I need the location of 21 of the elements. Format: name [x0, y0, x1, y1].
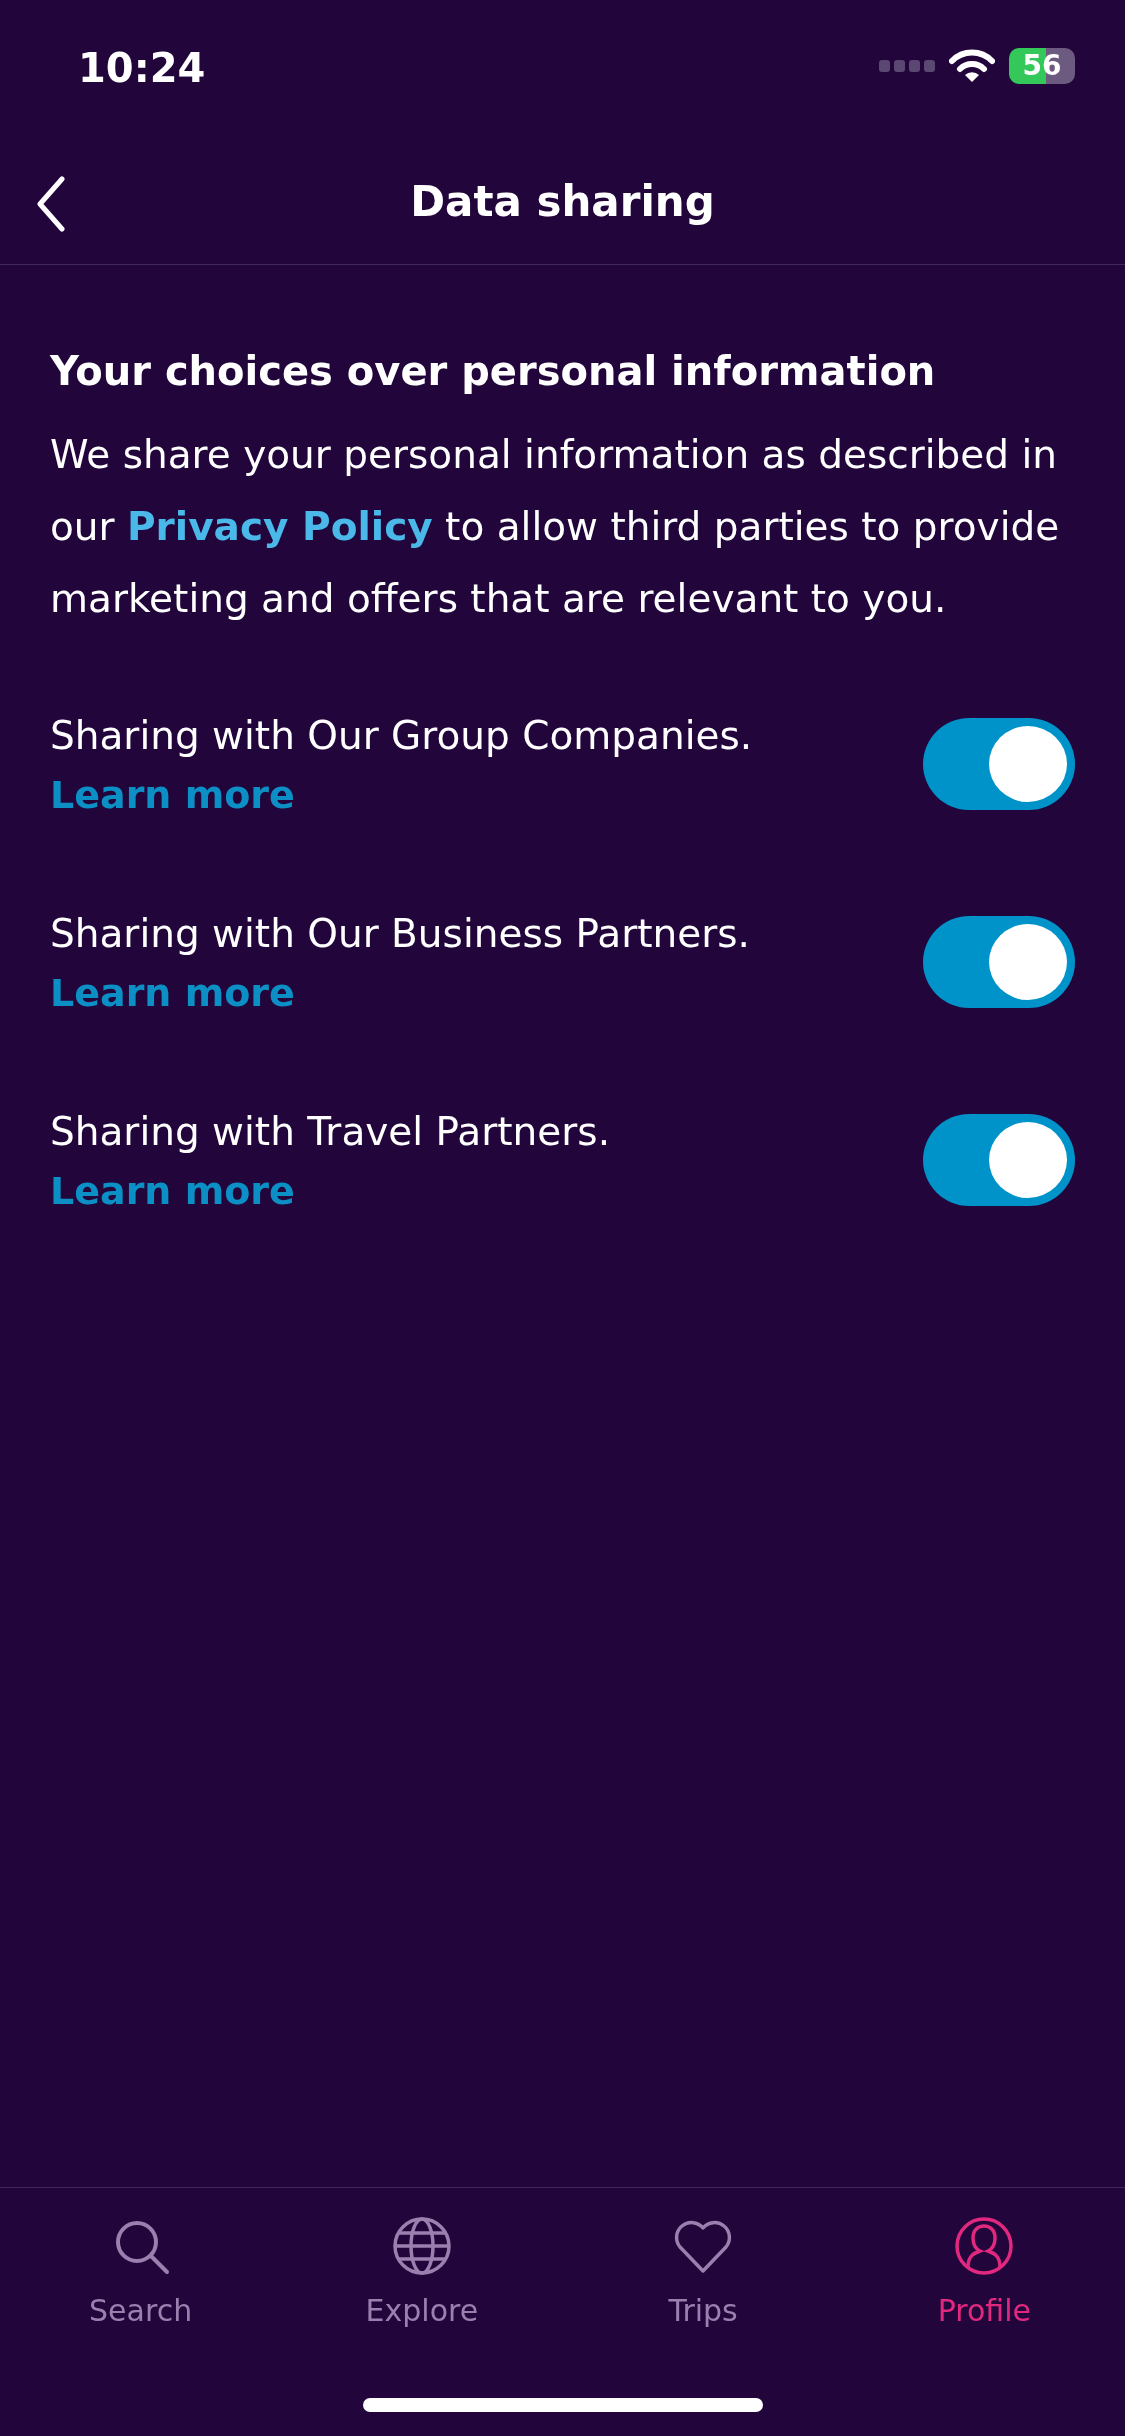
setting-label: Sharing with Travel Partners.: [50, 1107, 611, 1156]
learn-more-link[interactable]: Learn more: [50, 1171, 295, 1214]
tab-bar-item[interactable]: Explore: [281, 2216, 563, 2333]
section-heading: Your choices over personal information: [50, 347, 937, 396]
globe-icon: [391, 2216, 452, 2276]
tab-bar-item[interactable]: Trips: [562, 2216, 844, 2333]
wifi-icon: [949, 49, 995, 83]
battery-indicator: 56: [1009, 48, 1075, 84]
learn-more-link[interactable]: Learn more: [50, 973, 295, 1016]
tab-bar-item[interactable]: Search: [0, 2216, 282, 2333]
intro-paragraph: We share your personal information as described in our Privacy Policy to allow third parties to provide marketing and offers that are relevant to you.: [50, 431, 1061, 623]
tab-bar-item[interactable]: Profile: [843, 2216, 1125, 2333]
privacy-policy-link[interactable]: Privacy Policy: [127, 504, 433, 549]
back-button[interactable]: [36, 176, 66, 232]
screen-title: Data sharing: [410, 176, 715, 228]
setting-label: Sharing with Our Group Companies.: [50, 711, 753, 760]
status-time: 10:24: [78, 44, 206, 88]
learn-more-link[interactable]: Learn more: [50, 775, 295, 818]
signal-icon: [879, 60, 935, 72]
setting-label: Sharing with Our Business Partners.: [50, 909, 750, 958]
person-icon: [954, 2216, 1015, 2276]
